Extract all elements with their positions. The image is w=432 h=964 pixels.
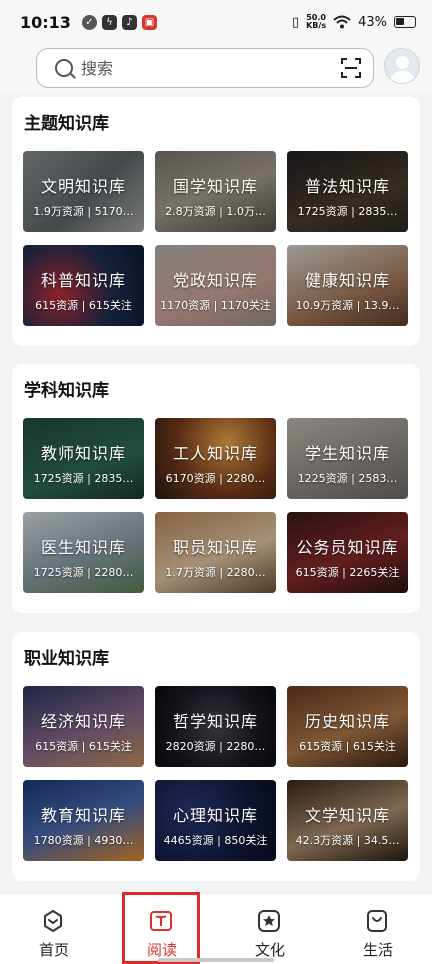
tile-theme-1[interactable]: 文明知识库 1.9万资源 | 5170… xyxy=(23,151,144,232)
tile-stats: 1780资源 | 4930… xyxy=(33,834,134,847)
tile-stats: 615资源 | 615关注 xyxy=(35,740,132,753)
bolt-notification-icon: ϟ xyxy=(101,14,117,30)
tile-stats: 615资源 | 2265关注 xyxy=(295,566,400,579)
home-indicator xyxy=(158,958,274,962)
search-icon xyxy=(55,59,73,77)
tile-subject-2[interactable]: 工人知识库 6170资源 | 2280… xyxy=(155,418,276,499)
tile-career-4[interactable]: 教育知识库 1780资源 | 4930… xyxy=(23,780,144,861)
wifi-icon xyxy=(333,15,351,29)
tile-career-3[interactable]: 历史知识库 615资源 | 615关注 xyxy=(287,686,408,767)
tile-name: 国学知识库 xyxy=(172,177,258,196)
network-speed-unit: KB/s xyxy=(306,21,327,30)
bottom-nav: 首页 阅读 文化 生活 xyxy=(0,893,432,964)
home-icon xyxy=(44,910,62,932)
tile-subject-3[interactable]: 学生知识库 1225资源 | 2583… xyxy=(287,418,408,499)
tile-stats: 615资源 | 615关注 xyxy=(299,740,396,753)
tile-theme-4[interactable]: 科普知识库 615资源 | 615关注 xyxy=(23,245,144,326)
tile-stats: 2.8万资源 | 1.0万… xyxy=(165,205,266,218)
battery-icon xyxy=(394,16,416,28)
section-title: 主题知识库 xyxy=(24,114,109,134)
tile-theme-3[interactable]: 普法知识库 1725资源 | 2835… xyxy=(287,151,408,232)
nav-label: 阅读 xyxy=(146,941,177,959)
tile-name: 职员知识库 xyxy=(172,538,258,557)
section-title: 学科知识库 xyxy=(24,381,109,401)
status-bar: 10:13 ✓ ϟ ♪ ▣ ▯ 50.0 KB/s 43% xyxy=(0,0,432,44)
tile-name: 教育知识库 xyxy=(40,806,126,825)
tile-subject-6[interactable]: 公务员知识库 615资源 | 2265关注 xyxy=(287,512,408,593)
tile-stats: 2820资源 | 2280… xyxy=(165,740,266,753)
tile-stats: 1170资源 | 1170关注 xyxy=(160,299,271,312)
tile-name: 哲学知识库 xyxy=(172,712,258,731)
tile-name: 普法知识库 xyxy=(304,177,390,196)
bag-icon xyxy=(367,910,387,932)
tile-stats: 1225资源 | 2583… xyxy=(297,472,398,485)
nav-label: 文化 xyxy=(254,941,285,959)
status-time: 10:13 xyxy=(20,12,71,32)
tile-stats: 1725资源 | 2835… xyxy=(297,205,398,218)
search-input[interactable] xyxy=(81,58,341,78)
battery-percent: 43% xyxy=(358,14,387,30)
status-right: ▯ 50.0 KB/s 43% xyxy=(292,14,416,30)
tile-stats: 42.3万资源 | 34.5… xyxy=(295,834,400,847)
scan-icon[interactable] xyxy=(341,58,361,78)
nav-read[interactable]: 阅读 xyxy=(108,894,216,964)
tile-name: 科普知识库 xyxy=(40,271,126,290)
tile-name: 历史知识库 xyxy=(304,712,390,731)
tile-stats: 10.9万资源 | 13.9… xyxy=(295,299,400,312)
tile-name: 健康知识库 xyxy=(304,271,390,290)
section-title: 职业知识库 xyxy=(24,649,109,669)
search-box[interactable] xyxy=(36,48,374,88)
nav-label: 生活 xyxy=(362,941,393,959)
tile-subject-5[interactable]: 职员知识库 1.7万资源 | 2280… xyxy=(155,512,276,593)
vibrate-icon: ▯ xyxy=(291,14,300,30)
tile-stats: 1725资源 | 2280… xyxy=(33,566,134,579)
tile-career-1[interactable]: 经济知识库 615资源 | 615关注 xyxy=(23,686,144,767)
tile-theme-2[interactable]: 国学知识库 2.8万资源 | 1.0万… xyxy=(155,151,276,232)
section-subject: 学科知识库 教师知识库 1725资源 | 2835… 工人知识库 6170资源 … xyxy=(12,364,420,613)
star-icon xyxy=(258,910,280,932)
tile-stats: 4465资源 | 850关注 xyxy=(163,834,268,847)
search-header xyxy=(0,44,432,94)
tiktok-notification-icon: ♪ xyxy=(121,14,137,30)
tile-career-2[interactable]: 哲学知识库 2820资源 | 2280… xyxy=(155,686,276,767)
tile-career-5[interactable]: 心理知识库 4465资源 | 850关注 xyxy=(155,780,276,861)
tile-name: 党政知识库 xyxy=(172,271,258,290)
book-icon xyxy=(150,911,172,931)
network-speed: 50.0 KB/s xyxy=(306,14,326,30)
nav-label: 首页 xyxy=(38,941,69,959)
tile-name: 公务员知识库 xyxy=(296,538,399,557)
app-notification-icon: ▣ xyxy=(141,14,157,30)
tile-name: 教师知识库 xyxy=(40,444,126,463)
nav-life[interactable]: 生活 xyxy=(324,894,432,964)
tile-theme-6[interactable]: 健康知识库 10.9万资源 | 13.9… xyxy=(287,245,408,326)
tile-name: 心理知识库 xyxy=(172,806,258,825)
tile-theme-5[interactable]: 党政知识库 1170资源 | 1170关注 xyxy=(155,245,276,326)
tile-stats: 1725资源 | 2835… xyxy=(33,472,134,485)
tile-name: 文学知识库 xyxy=(304,806,390,825)
avatar[interactable] xyxy=(384,48,420,84)
tile-stats: 615资源 | 615关注 xyxy=(35,299,132,312)
section-theme: 主题知识库 文明知识库 1.9万资源 | 5170… 国学知识库 2.8万资源 … xyxy=(12,97,420,346)
nav-home[interactable]: 首页 xyxy=(0,894,108,964)
tile-subject-4[interactable]: 医生知识库 1725资源 | 2280… xyxy=(23,512,144,593)
tile-name: 学生知识库 xyxy=(304,444,390,463)
tile-stats: 6170资源 | 2280… xyxy=(165,472,266,485)
tile-stats: 1.7万资源 | 2280… xyxy=(165,566,266,579)
tile-stats: 1.9万资源 | 5170… xyxy=(33,205,134,218)
tile-name: 经济知识库 xyxy=(40,712,126,731)
tile-name: 工人知识库 xyxy=(172,444,258,463)
check-notification-icon: ✓ xyxy=(81,14,97,30)
tile-career-6[interactable]: 文学知识库 42.3万资源 | 34.5… xyxy=(287,780,408,861)
tile-name: 文明知识库 xyxy=(40,177,126,196)
section-career: 职业知识库 经济知识库 615资源 | 615关注 哲学知识库 2820资源 |… xyxy=(12,632,420,881)
tile-name: 医生知识库 xyxy=(40,538,126,557)
tile-subject-1[interactable]: 教师知识库 1725资源 | 2835… xyxy=(23,418,144,499)
nav-culture[interactable]: 文化 xyxy=(216,894,324,964)
